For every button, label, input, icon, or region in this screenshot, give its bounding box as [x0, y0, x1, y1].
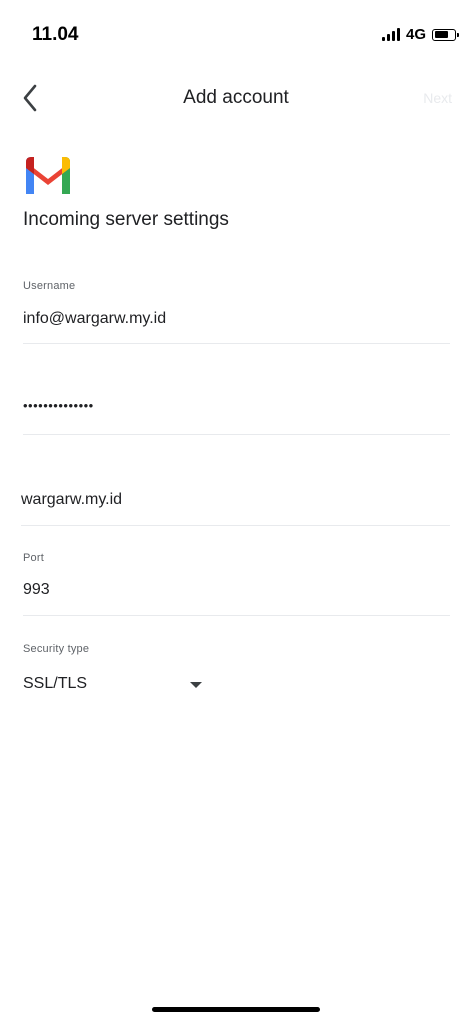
security-type-field: Security type	[23, 643, 450, 663]
status-indicators: 4G	[381, 26, 459, 43]
home-indicator[interactable]	[152, 1007, 320, 1012]
next-button[interactable]: Next	[423, 90, 452, 106]
server-field[interactable]: wargarw.my.id	[21, 491, 450, 526]
app-bar: Add account Next	[0, 74, 472, 122]
port-label: Port	[23, 552, 44, 564]
username-input[interactable]: info@wargarw.my.id	[23, 310, 450, 328]
security-type-dropdown[interactable]: SSL/TLS	[23, 675, 213, 699]
server-input[interactable]: wargarw.my.id	[21, 491, 450, 509]
password-divider	[23, 434, 450, 435]
username-divider	[23, 343, 450, 344]
security-type-label: Security type	[23, 643, 90, 655]
screen: 11.04 4G Add account Next Incoming serve…	[0, 0, 472, 1024]
battery-fill	[434, 31, 448, 38]
server-divider	[21, 525, 450, 526]
password-field[interactable]: ••••••••••••••	[23, 398, 450, 435]
port-field[interactable]: Port 993	[23, 552, 450, 616]
battery-icon	[432, 28, 459, 41]
status-time: 11.04	[32, 24, 79, 45]
gmail-logo-icon	[26, 157, 70, 194]
port-divider	[23, 615, 450, 616]
dropdown-arrow-icon	[190, 682, 202, 688]
network-type: 4G	[405, 26, 426, 43]
page-title: Add account	[183, 87, 289, 108]
status-bar: 11.04 4G	[0, 0, 472, 60]
username-field[interactable]: Username info@wargarw.my.id	[23, 280, 450, 344]
port-input[interactable]: 993	[23, 581, 450, 599]
signal-icon	[381, 28, 400, 41]
password-input[interactable]: ••••••••••••••	[23, 398, 450, 413]
security-type-value: SSL/TLS	[23, 675, 88, 692]
username-label: Username	[23, 280, 76, 292]
section-heading: Incoming server settings	[23, 209, 229, 230]
